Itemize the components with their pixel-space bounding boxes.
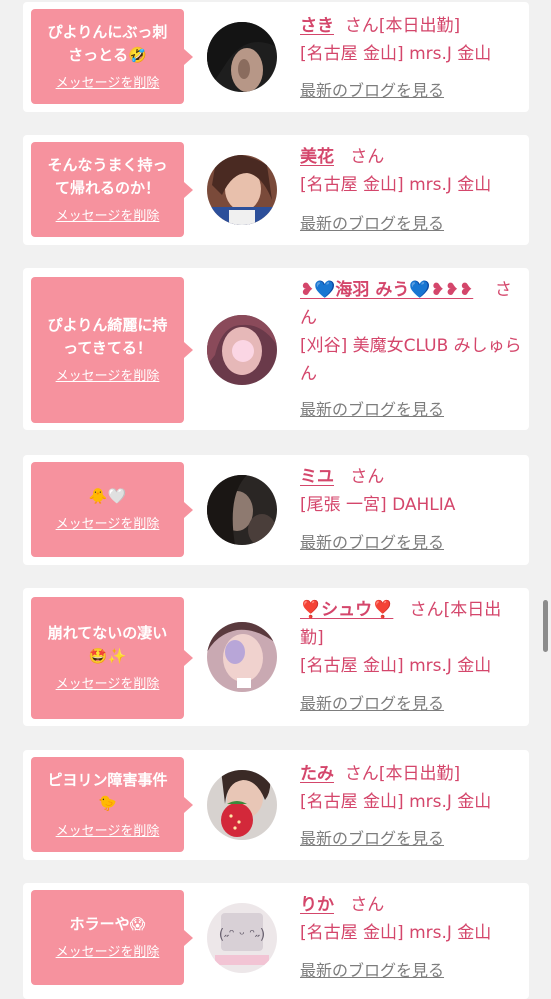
- girl-name-link[interactable]: たみ: [300, 764, 334, 784]
- girl-name-link[interactable]: ミユ: [300, 467, 334, 487]
- message-card: ぴよりん綺麗に持 ってきてる！ メッセージを削除 ❥💙海羽 みう💙❥❥❥ さん …: [23, 268, 529, 430]
- delete-message-link[interactable]: メッセージを削除: [56, 944, 160, 962]
- avatar[interactable]: [207, 315, 277, 385]
- latest-blog-link[interactable]: 最新のブログを見る: [300, 960, 444, 982]
- avatar[interactable]: (˶ᵔ ᵕ ᵔ˶): [207, 903, 277, 973]
- san-suffix: さん: [350, 467, 385, 487]
- message-text: ピヨリン障害事件 🐤: [47, 770, 168, 812]
- shop-name: [名古屋 金山] mrs.J 金山: [300, 175, 492, 195]
- girl-name-link[interactable]: ❣️シュウ❣️: [300, 600, 393, 620]
- girl-info: 美花 さん [名古屋 金山] mrs.J 金山: [300, 143, 522, 199]
- latest-blog-link[interactable]: 最新のブログを見る: [300, 213, 444, 235]
- message-card: そんなうまく持っ て帰れるのか！ メッセージを削除 美花 さん [名古屋 金山]…: [23, 135, 529, 245]
- message-bubble: ピヨリン障害事件 🐤 メッセージを削除: [31, 757, 193, 852]
- girl-name-link[interactable]: ❥💙海羽 みう💙❥❥❥: [300, 280, 473, 300]
- san-suffix: さん: [409, 600, 444, 620]
- shop-name: [名古屋 金山] mrs.J 金山: [300, 44, 492, 64]
- message-text: ぴよりんにぶっ刺 さっとる🤣: [47, 22, 168, 64]
- girl-info: ❥💙海羽 みう💙❥❥❥ さん [刈谷] 美魔女CLUB みしゅらん: [300, 276, 522, 388]
- avatar[interactable]: [207, 770, 277, 840]
- latest-blog-link[interactable]: 最新のブログを見る: [300, 828, 444, 850]
- girl-name-link[interactable]: 美花: [300, 147, 334, 167]
- san-suffix: さん: [350, 895, 385, 915]
- message-text: 🐥🤍: [88, 487, 127, 505]
- message-bubble: そんなうまく持っ て帰れるのか！ メッセージを削除: [31, 142, 193, 237]
- svg-text:(˶ᵔ ᵕ ᵔ˶): (˶ᵔ ᵕ ᵔ˶): [219, 927, 266, 943]
- delete-message-link[interactable]: メッセージを削除: [56, 75, 160, 93]
- shop-name: [名古屋 金山] mrs.J 金山: [300, 923, 492, 943]
- shop-name: [尾張 一宮] DAHLIA: [300, 495, 456, 515]
- san-suffix: さん: [344, 764, 379, 784]
- message-bubble: 🐥🤍 メッセージを削除: [31, 462, 193, 557]
- latest-blog-link[interactable]: 最新のブログを見る: [300, 532, 444, 554]
- avatar[interactable]: [207, 622, 277, 692]
- message-bubble: 崩れてないの凄い 🤩✨ メッセージを削除: [31, 597, 193, 719]
- delete-message-link[interactable]: メッセージを削除: [56, 516, 160, 534]
- latest-blog-link[interactable]: 最新のブログを見る: [300, 399, 444, 421]
- shop-name: [名古屋 金山] mrs.J 金山: [300, 656, 492, 676]
- message-card: 🐥🤍 メッセージを削除 ミユ さん [尾張 一宮] DAHLIA 最新のブログを…: [23, 455, 529, 565]
- girl-info: ❣️シュウ❣️ さん[本日出勤] [名古屋 金山] mrs.J 金山: [300, 596, 522, 680]
- avatar[interactable]: [207, 155, 277, 225]
- girl-info: ミユ さん [尾張 一宮] DAHLIA: [300, 463, 522, 519]
- message-card: 崩れてないの凄い 🤩✨ メッセージを削除 ❣️シュウ❣️ さん[本日出勤] [名…: [23, 588, 529, 726]
- delete-message-link[interactable]: メッセージを削除: [56, 368, 160, 386]
- attendance-status: [本日出勤]: [378, 764, 461, 784]
- delete-message-link[interactable]: メッセージを削除: [56, 676, 160, 694]
- san-suffix: さん: [350, 147, 385, 167]
- latest-blog-link[interactable]: 最新のブログを見る: [300, 80, 444, 102]
- latest-blog-link[interactable]: 最新のブログを見る: [300, 693, 444, 715]
- attendance-status: [本日出勤]: [378, 16, 461, 36]
- shop-name: [名古屋 金山] mrs.J 金山: [300, 792, 492, 812]
- message-card: ピヨリン障害事件 🐤 メッセージを削除 たみ さん[本日出勤] [名古屋 金山]…: [23, 750, 529, 860]
- girl-info: たみ さん[本日出勤] [名古屋 金山] mrs.J 金山: [300, 760, 522, 816]
- girl-name-link[interactable]: りか: [300, 895, 334, 915]
- avatar[interactable]: [207, 475, 277, 545]
- message-text: ぴよりん綺麗に持 ってきてる！: [47, 316, 168, 357]
- message-bubble: ホラーや😱 メッセージを削除: [31, 890, 193, 985]
- girl-name-link[interactable]: さき: [300, 16, 334, 36]
- delete-message-link[interactable]: メッセージを削除: [56, 823, 160, 841]
- delete-message-link[interactable]: メッセージを削除: [56, 208, 160, 226]
- message-card: ホラーや😱 メッセージを削除 (˶ᵔ ᵕ ᵔ˶) りか さん [名古屋 金山] …: [23, 883, 529, 999]
- avatar[interactable]: [207, 22, 277, 92]
- girl-info: さき さん[本日出勤] [名古屋 金山] mrs.J 金山: [300, 12, 522, 68]
- girl-info: りか さん [名古屋 金山] mrs.J 金山: [300, 891, 522, 947]
- san-suffix: さん: [344, 16, 379, 36]
- message-card: ぴよりんにぶっ刺 さっとる🤣 メッセージを削除 さき さん[本日出勤] [名古屋…: [23, 2, 529, 112]
- message-text: そんなうまく持っ て帰れるのか！: [47, 155, 168, 197]
- message-bubble: ぴよりん綺麗に持 ってきてる！ メッセージを削除: [31, 277, 193, 423]
- message-text: 崩れてないの凄い 🤩✨: [47, 624, 168, 665]
- scrollbar-thumb[interactable]: [543, 600, 548, 652]
- message-bubble: ぴよりんにぶっ刺 さっとる🤣 メッセージを削除: [31, 9, 193, 104]
- message-text: ホラーや😱: [69, 915, 146, 933]
- shop-name: [刈谷] 美魔女CLUB みしゅらん: [300, 336, 522, 384]
